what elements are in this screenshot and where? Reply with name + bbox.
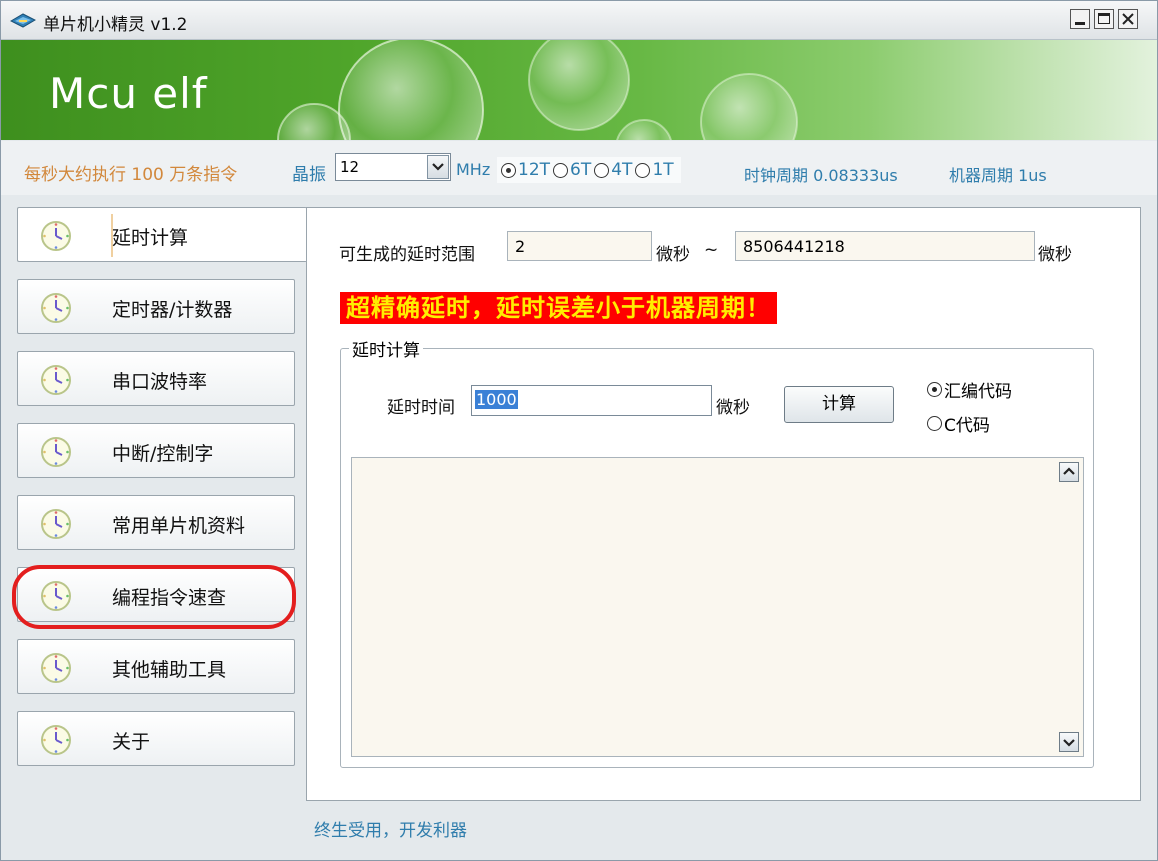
title-bar[interactable]: 单片机小精灵 v1.2 (1, 1, 1157, 40)
app-window: 单片机小精灵 v1.2 Mcu elf 每秒大约执行 100 万条指令 晶振 M… (0, 0, 1158, 861)
nav-label: 延时计算 (112, 227, 189, 249)
radio-icon (594, 162, 610, 178)
close-icon (1122, 13, 1134, 25)
range-label: 可生成的延时范围 (339, 245, 475, 265)
machine-period-text: 机器周期 1us (949, 166, 1047, 185)
range-tilde: ~ (704, 240, 719, 260)
mode-1t-radio[interactable]: 1T (635, 160, 674, 180)
radio-icon (553, 162, 569, 178)
clock-period-text: 时钟周期 0.08333us (744, 166, 898, 185)
clock-icon (41, 293, 71, 323)
mode-6t-label: 6T (570, 160, 592, 180)
mode-4t-radio[interactable]: 4T (594, 160, 632, 180)
range-min-unit: 微秒 (656, 245, 690, 265)
asm-code-label: 汇编代码 (944, 382, 1012, 402)
nav-label: 串口波特率 (112, 371, 208, 393)
nav-label: 其他辅助工具 (112, 659, 227, 681)
range-max-field[interactable]: 8506441218 (735, 231, 1035, 261)
header-banner: Mcu elf (1, 40, 1157, 140)
chevron-down-icon (1063, 739, 1075, 747)
clock-icon (41, 509, 71, 539)
footer-slogan: 终生受用，开发利器 (314, 821, 467, 841)
range-min-field[interactable]: 2 (507, 231, 652, 261)
crystal-value: 12 (340, 158, 360, 176)
chip-icon (10, 13, 36, 28)
delay-calc-panel: 可生成的延时范围 2 微秒 ~ 8506441218 微秒 超精确延时，延时误差… (306, 207, 1141, 801)
mode-6t-radio[interactable]: 6T (553, 160, 591, 180)
chevron-up-icon (1063, 467, 1075, 475)
radio-icon (635, 162, 651, 178)
radio-selected-icon (501, 162, 516, 178)
c-code-label: C代码 (944, 416, 990, 436)
code-output-area[interactable] (351, 457, 1084, 757)
nav-other-tools[interactable]: 其他辅助工具 (17, 639, 295, 694)
nav-serial-baud[interactable]: 串口波特率 (17, 351, 295, 406)
app-logo: Mcu elf (49, 69, 208, 118)
delay-time-label: 延时时间 (387, 398, 455, 418)
minimize-icon (1075, 22, 1085, 25)
close-button[interactable] (1118, 9, 1138, 29)
nav-instruction-lookup[interactable]: 编程指令速查 (17, 567, 295, 622)
range-max-value: 8506441218 (743, 237, 845, 256)
maximize-button[interactable] (1094, 9, 1114, 29)
info-bar: 每秒大约执行 100 万条指令 晶振 MHz 12T 6T 4T 1T 时钟周期… (1, 141, 1157, 195)
radio-selected-icon (927, 382, 942, 397)
delay-calc-group: 延时计算 延时时间 1000 微秒 计算 汇编代码 C代码 (340, 336, 1094, 768)
minimize-button[interactable] (1070, 9, 1090, 29)
crystal-unit: MHz (456, 160, 491, 179)
crystal-select[interactable]: 12 (335, 153, 451, 181)
scroll-down-button[interactable] (1059, 732, 1079, 752)
maximize-icon (1098, 13, 1110, 24)
delay-time-input[interactable]: 1000 (471, 385, 712, 416)
clock-icon (41, 221, 71, 251)
group-title: 延时计算 (349, 336, 423, 361)
crystal-dropdown-button[interactable] (427, 155, 449, 179)
clock-icon (41, 653, 71, 683)
nav-label: 编程指令速查 (112, 587, 227, 609)
nav-label: 定时器/计数器 (112, 299, 233, 321)
clock-icon (41, 365, 71, 395)
mode-1t-label: 1T (652, 160, 674, 180)
calculate-button[interactable]: 计算 (784, 386, 894, 423)
asm-code-radio[interactable]: 汇编代码 (927, 377, 1012, 402)
clock-icon (41, 725, 71, 755)
clock-mode-group: 12T 6T 4T 1T (497, 157, 681, 183)
radio-icon (927, 416, 942, 431)
clock-icon (41, 581, 71, 611)
precision-notice: 超精确延时，延时误差小于机器周期！ (340, 292, 777, 324)
delay-time-unit: 微秒 (716, 398, 750, 418)
nav-about[interactable]: 关于 (17, 711, 295, 766)
nav-label: 常用单片机资料 (112, 515, 246, 537)
chevron-down-icon (432, 163, 444, 171)
range-max-unit: 微秒 (1038, 245, 1072, 265)
mode-12t-radio[interactable]: 12T (501, 160, 550, 180)
nav-timer-counter[interactable]: 定时器/计数器 (17, 279, 295, 334)
window-title: 单片机小精灵 v1.2 (43, 15, 188, 35)
mode-12t-label: 12T (518, 160, 551, 180)
mode-4t-label: 4T (611, 160, 633, 180)
clock-icon (41, 437, 71, 467)
crystal-label: 晶振 (292, 165, 326, 185)
nav-label: 中断/控制字 (112, 443, 214, 465)
scroll-up-button[interactable] (1059, 462, 1079, 482)
nav-mcu-reference[interactable]: 常用单片机资料 (17, 495, 295, 550)
execution-speed-text: 每秒大约执行 100 万条指令 (24, 165, 238, 185)
nav-label: 关于 (112, 731, 151, 753)
delay-time-value: 1000 (475, 390, 518, 409)
range-min-value: 2 (515, 237, 526, 256)
c-code-radio[interactable]: C代码 (927, 411, 990, 436)
nav-interrupt-control[interactable]: 中断/控制字 (17, 423, 295, 478)
nav-delay-calc[interactable]: 延时计算 (17, 207, 307, 262)
